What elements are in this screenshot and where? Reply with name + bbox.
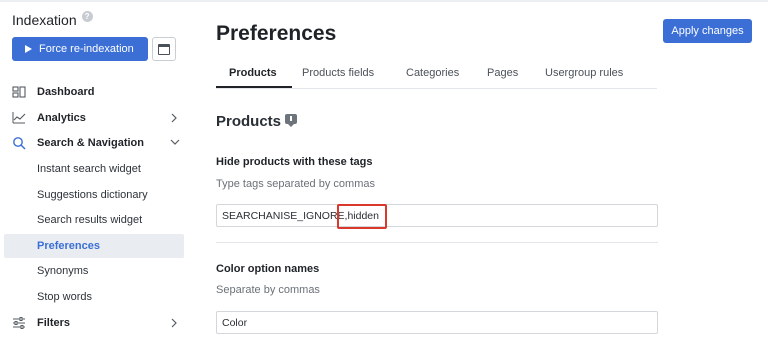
comment-icon[interactable] (285, 113, 298, 127)
hide-tags-value-part1: SEARCHANISE_IGNORE, (222, 209, 348, 222)
sidebar-subitem-label: Search results widget (37, 214, 143, 226)
sidebar-subitem-label: Synonyms (37, 265, 89, 277)
sidebar-item-filters[interactable]: Filters (4, 311, 184, 335)
calendar-button[interactable] (152, 37, 176, 61)
indexation-label: Indexation (12, 12, 77, 28)
sidebar-subitem-stop-words[interactable]: Stop words (4, 285, 184, 309)
sidebar-subitem-synonyms[interactable]: Synonyms (4, 259, 184, 283)
page-title: Preferences (216, 22, 337, 45)
color-option-value: Color (222, 316, 248, 329)
color-option-hint: Separate by commas (216, 284, 320, 296)
sidebar-item-search-navigation[interactable]: Search & Navigation (4, 131, 184, 155)
help-icon[interactable]: ? (81, 11, 93, 22)
section-divider (216, 242, 658, 243)
chevron-down-icon (170, 139, 180, 145)
analytics-icon (12, 112, 26, 124)
section-title: Products (216, 113, 298, 130)
tab-usergroup-rules[interactable]: Usergroup rules (545, 67, 623, 79)
highlight-box (337, 204, 387, 229)
sidebar-item-label: Filters (37, 317, 71, 329)
active-tab-indicator (216, 86, 292, 88)
sidebar-item-label: Analytics (37, 112, 86, 124)
color-option-label: Color option names (216, 263, 320, 275)
tab-categories[interactable]: Categories (406, 67, 459, 79)
filters-icon (13, 317, 25, 329)
hide-tags-input[interactable]: SEARCHANISE_IGNORE, hidden (216, 204, 658, 227)
sidebar-subitem-label: Suggestions dictionary (37, 189, 148, 201)
indexation-title: Indexation ? (12, 11, 93, 28)
sidebar-item-label: Dashboard (37, 86, 95, 98)
sidebar-subitem-preferences[interactable]: Preferences (4, 234, 184, 258)
play-icon (25, 45, 32, 53)
tab-bar: Products Products fields Categories Page… (216, 61, 657, 89)
chevron-right-icon (171, 318, 177, 328)
dashboard-icon (12, 86, 26, 98)
sidebar-subitem-search-results-widget[interactable]: Search results widget (4, 208, 184, 232)
sidebar-subitem-label: Instant search widget (37, 163, 141, 175)
sidebar-item-dashboard[interactable]: Dashboard (4, 80, 184, 104)
sidebar: Indexation ? Force re-indexation Dashboa… (0, 0, 196, 339)
tab-products-fields[interactable]: Products fields (302, 67, 374, 79)
apply-changes-button[interactable]: Apply changes (663, 19, 752, 43)
chevron-right-icon (171, 113, 177, 123)
force-reindexation-button[interactable]: Force re-indexation (12, 37, 148, 61)
hide-tags-label: Hide products with these tags (216, 156, 373, 168)
section-title-label: Products (216, 113, 282, 130)
calendar-icon (158, 43, 170, 55)
tab-pages[interactable]: Pages (487, 67, 518, 79)
sidebar-item-analytics[interactable]: Analytics (4, 106, 184, 130)
sidebar-subitem-label: Preferences (37, 240, 100, 252)
sidebar-subitem-instant-search-widget[interactable]: Instant search widget (4, 157, 184, 181)
sidebar-subitem-suggestions-dictionary[interactable]: Suggestions dictionary (4, 183, 184, 207)
tab-products[interactable]: Products (229, 67, 277, 79)
sidebar-subitem-label: Stop words (37, 291, 93, 303)
force-reindexation-label: Force re-indexation (39, 43, 134, 55)
search-icon (13, 137, 26, 150)
color-option-input[interactable]: Color (216, 311, 658, 334)
sidebar-item-label: Search & Navigation (37, 137, 144, 149)
hide-tags-hint: Type tags separated by commas (216, 178, 375, 190)
